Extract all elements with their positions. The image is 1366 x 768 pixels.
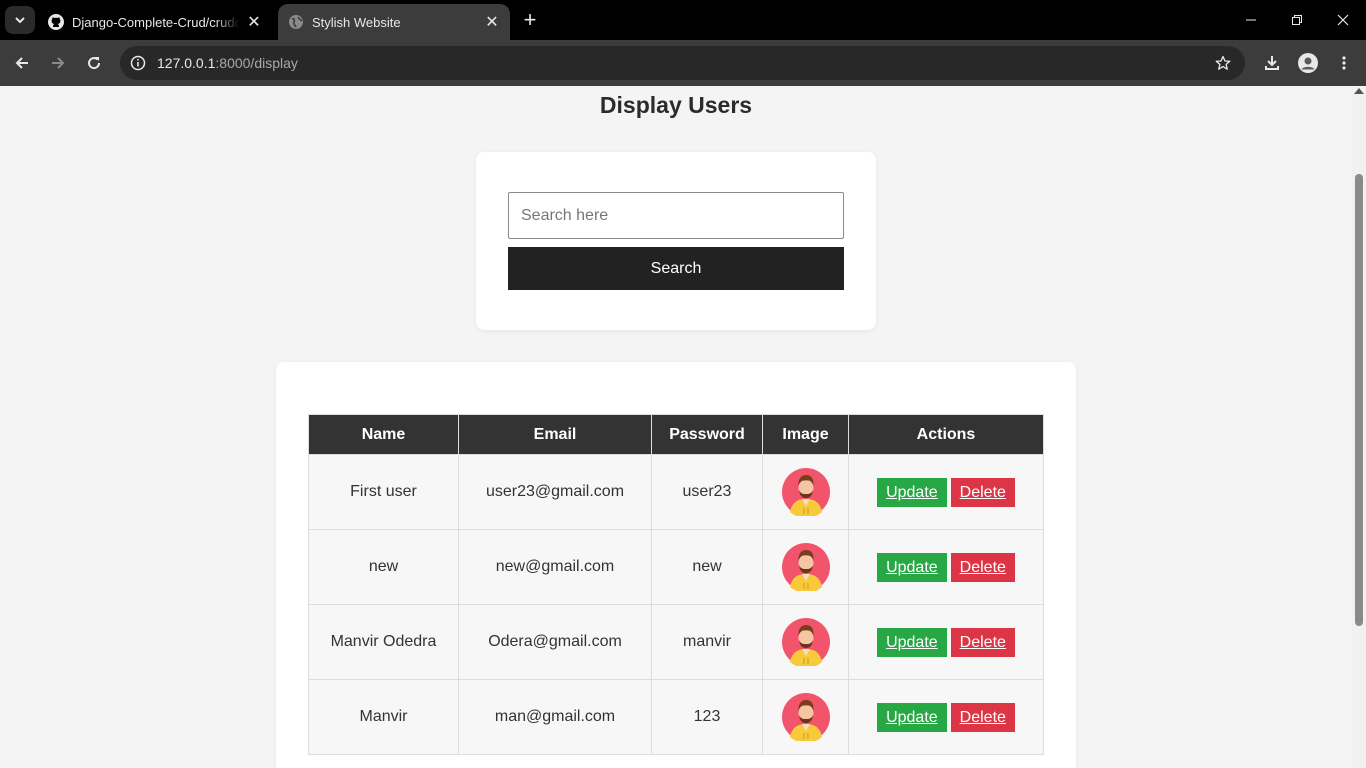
scrollbar-thumb[interactable] <box>1355 174 1363 626</box>
more-vert-icon <box>1342 56 1346 70</box>
profile-avatar-icon <box>1298 53 1318 73</box>
url-text: 127.0.0.1:8000/display <box>157 55 298 71</box>
cell-image <box>762 529 849 605</box>
delete-button[interactable]: Delete <box>950 702 1015 732</box>
page-viewport: Display Users Search Name Email Password… <box>0 86 1352 768</box>
tab-title: Django-Complete-Crud/crudop <box>72 14 240 30</box>
profile-button[interactable] <box>1294 49 1322 77</box>
avatar-icon <box>781 543 830 591</box>
users-table-card: Name Email Password Image Actions First … <box>276 362 1076 768</box>
bookmark-star-icon[interactable] <box>1213 53 1233 73</box>
cell-image <box>762 679 849 755</box>
update-button[interactable]: Update <box>877 477 947 507</box>
restore-icon <box>1292 15 1302 25</box>
column-header-email: Email <box>458 414 652 455</box>
cell-actions: Update Delete <box>848 604 1044 680</box>
column-header-name: Name <box>308 414 459 455</box>
cell-email: new@gmail.com <box>458 529 652 605</box>
cell-actions: Update Delete <box>848 529 1044 605</box>
search-button[interactable]: Search <box>508 247 844 290</box>
cell-name: Manvir Odedra <box>308 604 459 680</box>
update-button[interactable]: Update <box>877 552 947 582</box>
forward-button[interactable] <box>44 49 72 77</box>
close-tab-icon[interactable]: ✕ <box>244 12 264 32</box>
cell-password: 123 <box>651 679 763 755</box>
avatar-icon <box>781 693 830 741</box>
delete-button[interactable]: Delete <box>950 477 1015 507</box>
scroll-up-arrow-icon[interactable] <box>1354 88 1364 94</box>
table-row: new new@gmail.com new Update Delete <box>308 529 1044 605</box>
cell-email: Odera@gmail.com <box>458 604 652 680</box>
arrow-left-icon <box>15 57 28 69</box>
menu-button[interactable] <box>1330 49 1358 77</box>
github-icon <box>48 14 64 30</box>
cell-password: new <box>651 529 763 605</box>
cell-email: man@gmail.com <box>458 679 652 755</box>
cell-name: Manvir <box>308 679 459 755</box>
column-header-actions: Actions <box>848 414 1044 455</box>
cell-email: user23@gmail.com <box>458 454 652 530</box>
close-icon <box>1337 14 1349 26</box>
avatar-icon <box>781 618 830 666</box>
close-tab-icon[interactable]: ✕ <box>482 12 502 32</box>
globe-icon <box>288 14 304 30</box>
page-title: Display Users <box>599 92 753 118</box>
cell-image <box>762 454 849 530</box>
browser-toolbar: 127.0.0.1:8000/display <box>0 40 1366 86</box>
avatar-icon <box>781 468 830 516</box>
minimize-icon <box>1246 19 1256 21</box>
chevron-down-icon <box>15 17 25 24</box>
delete-button[interactable]: Delete <box>950 552 1015 582</box>
tab-stylish-website[interactable]: Stylish Website ✕ <box>278 4 510 40</box>
column-header-password: Password <box>651 414 763 455</box>
address-bar[interactable]: 127.0.0.1:8000/display <box>120 46 1245 80</box>
arrow-right-icon <box>52 57 65 69</box>
table-row: Manvir man@gmail.com 123 Update Delete <box>308 679 1044 755</box>
update-button[interactable]: Update <box>877 702 947 732</box>
cell-image <box>762 604 849 680</box>
download-icon <box>1265 56 1279 70</box>
downloads-button[interactable] <box>1258 49 1286 77</box>
close-window-button[interactable] <box>1320 0 1366 40</box>
cell-password: manvir <box>651 604 763 680</box>
reload-icon <box>88 57 101 70</box>
table-row: First user user23@gmail.com user23 Updat… <box>308 454 1044 530</box>
users-table: Name Email Password Image Actions First … <box>308 414 1044 755</box>
cell-password: user23 <box>651 454 763 530</box>
restore-button[interactable] <box>1274 0 1320 40</box>
tab-strip: Django-Complete-Crud/crudop ✕ Stylish We… <box>0 0 1366 40</box>
minimize-button[interactable] <box>1228 0 1274 40</box>
tab-github[interactable]: Django-Complete-Crud/crudop ✕ <box>38 4 272 40</box>
back-button[interactable] <box>8 49 36 77</box>
cell-actions: Update Delete <box>848 679 1044 755</box>
page-scrollbar[interactable] <box>1352 86 1366 768</box>
search-card: Search <box>476 152 876 330</box>
tab-title: Stylish Website <box>312 14 401 30</box>
new-tab-button[interactable]: + <box>518 7 542 32</box>
table-header-row: Name Email Password Image Actions <box>308 414 1044 455</box>
cell-actions: Update Delete <box>848 454 1044 530</box>
tab-search-button[interactable] <box>5 6 35 34</box>
search-input[interactable] <box>508 192 844 239</box>
url-host: 127.0.0.1 <box>157 55 216 71</box>
update-button[interactable]: Update <box>877 627 947 657</box>
column-header-image: Image <box>762 414 849 455</box>
table-row: Manvir Odedra Odera@gmail.com manvir Upd… <box>308 604 1044 680</box>
delete-button[interactable]: Delete <box>950 627 1015 657</box>
cell-name: First user <box>308 454 459 530</box>
url-path: :8000/display <box>215 55 298 71</box>
cell-name: new <box>308 529 459 605</box>
site-info-icon[interactable] <box>128 53 148 73</box>
reload-button[interactable] <box>80 49 108 77</box>
